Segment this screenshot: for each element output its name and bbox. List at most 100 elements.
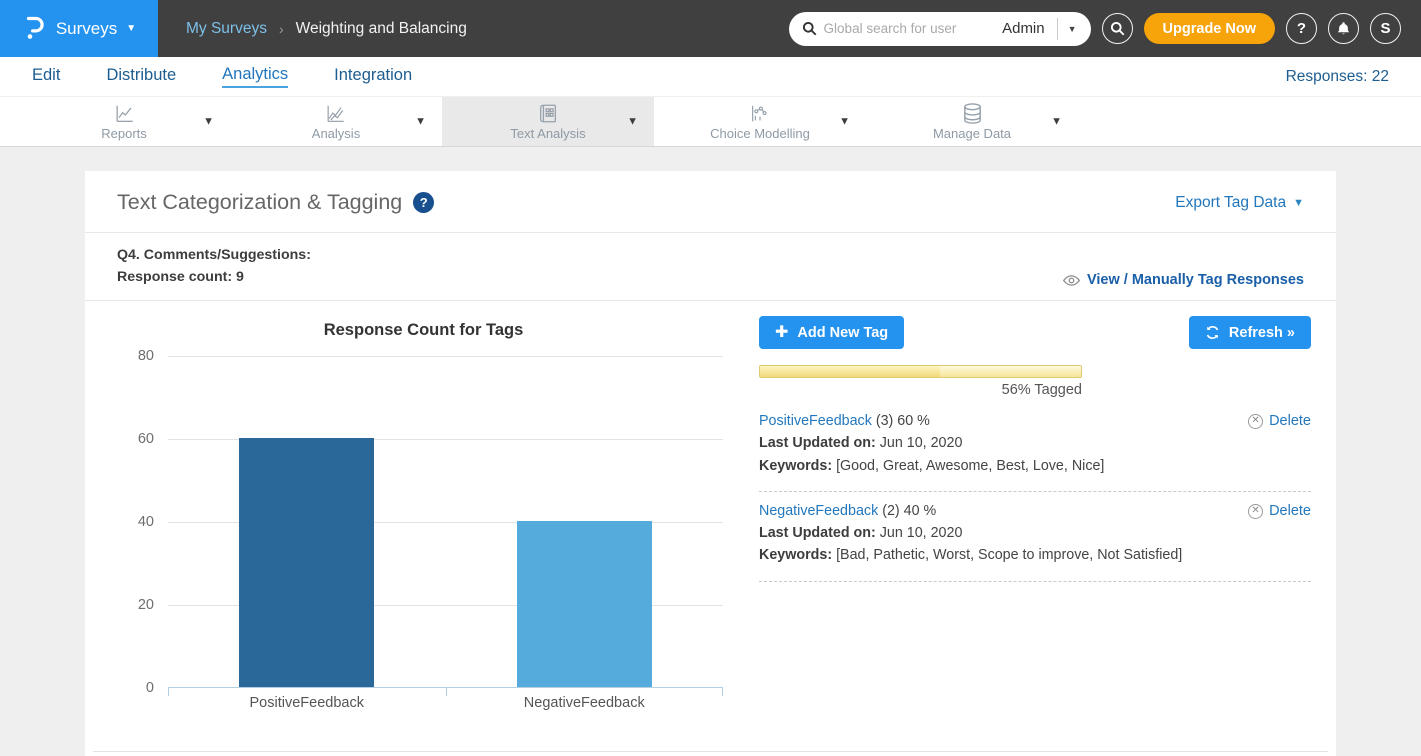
view-manually-tag-label: View / Manually Tag Responses — [1087, 272, 1304, 288]
chevron-down-icon[interactable]: ▼ — [203, 115, 214, 127]
chevron-down-icon[interactable]: ▼ — [415, 115, 426, 127]
text-analysis-icon — [537, 102, 559, 125]
chevron-down-icon[interactable]: ▼ — [839, 115, 850, 127]
export-tag-data-dropdown[interactable]: Export Tag Data ▼ — [1175, 194, 1304, 212]
questionpro-logo-icon — [22, 12, 47, 46]
page-background: Text Categorization & Tagging ? Export T… — [0, 147, 1421, 756]
breadcrumb-my-surveys[interactable]: My Surveys — [186, 20, 267, 38]
chart-panel: Response Count for Tags 020406080 Positi… — [110, 314, 737, 711]
tagged-progress-bar — [759, 365, 1082, 378]
line-chart-icon — [113, 103, 136, 125]
tag-list: PositiveFeedback (3) 60 %✕DeleteLast Upd… — [759, 402, 1311, 582]
page-title: Text Categorization & Tagging ? — [117, 190, 434, 215]
help-button[interactable]: ? — [1286, 13, 1317, 44]
nav-item-distribute[interactable]: Distribute — [106, 66, 176, 87]
tag-entry-positivefeedback: PositiveFeedback (3) 60 % ✕DeleteLast Upd… — [759, 402, 1311, 492]
global-search-input[interactable] — [824, 21, 997, 36]
breadcrumb-separator: › — [279, 21, 284, 37]
chevron-down-icon: ▼ — [1293, 197, 1304, 209]
title-help-icon[interactable]: ? — [413, 192, 434, 213]
tag-title: PositiveFeedback (3) 60 % — [759, 410, 930, 432]
y-tick-label: 40 — [112, 514, 154, 530]
tag-head: NegativeFeedback (2) 40 % ✕ Delete — [759, 500, 1311, 522]
add-new-tag-button[interactable]: ✚ Add New Tag — [759, 316, 904, 349]
chevron-down-icon[interactable]: ▼ — [627, 115, 638, 127]
keywords-label: Keywords: — [759, 458, 836, 474]
tag-last-updated: Last Updated on: Jun 10, 2020 — [759, 522, 1311, 544]
tab-label: Choice Modelling — [710, 126, 810, 141]
delete-label: Delete — [1269, 500, 1311, 522]
chevron-down-icon: ▼ — [126, 23, 136, 34]
search-icon — [802, 21, 817, 36]
nav-item-analytics[interactable]: Analytics — [222, 65, 288, 88]
y-tick-label: 20 — [112, 597, 154, 613]
manage-data-icon — [961, 102, 984, 125]
chevron-down-icon[interactable]: ▼ — [1051, 115, 1062, 127]
plus-icon: ✚ — [775, 325, 788, 341]
tag-actions-row: ✚ Add New Tag Refresh » — [759, 316, 1311, 349]
export-tag-data-label: Export Tag Data — [1175, 194, 1286, 212]
analytics-tab-strip: Reports▼Analysis▼Text Analysis▼Choice Mo… — [0, 96, 1421, 147]
y-tick-label: 60 — [112, 431, 154, 447]
bar-positivefeedback — [239, 438, 374, 687]
circle-x-icon: ✕ — [1248, 504, 1263, 519]
last-updated-value: Jun 10, 2020 — [880, 435, 963, 451]
x-axis-tick — [168, 687, 169, 696]
nav-item-edit[interactable]: Edit — [32, 66, 60, 87]
view-manually-tag-link[interactable]: View / Manually Tag Responses — [1063, 272, 1304, 288]
surveys-product-menu[interactable]: Surveys ▼ — [0, 0, 158, 57]
eye-icon — [1063, 274, 1080, 287]
global-search: Admin ▼ — [789, 12, 1091, 46]
tag-entry-negativefeedback: NegativeFeedback (2) 40 %✕DeleteLast Upd… — [759, 492, 1311, 582]
tab-manage-data[interactable]: Manage Data ▼ — [866, 97, 1078, 146]
bell-icon — [1336, 21, 1351, 36]
tab-text-analysis[interactable]: Text Analysis▼ — [442, 97, 654, 146]
card-header: Text Categorization & Tagging ? Export T… — [85, 171, 1336, 233]
refresh-label: Refresh » — [1229, 325, 1295, 341]
tag-head: PositiveFeedback (3) 60 % ✕Delete — [759, 410, 1311, 432]
header-search-button[interactable] — [1102, 13, 1133, 44]
add-new-tag-label: Add New Tag — [797, 325, 888, 341]
tab-choice-modelling[interactable]: Choice Modelling ▼ — [654, 97, 866, 146]
x-category-label: NegativeFeedback — [446, 688, 724, 711]
x-axis-tick — [446, 687, 447, 696]
tag-name-link[interactable]: NegativeFeedback — [759, 503, 878, 519]
tag-name-link[interactable]: PositiveFeedback — [759, 413, 872, 429]
analysis-chart-icon — [324, 103, 347, 125]
tag-title: NegativeFeedback (2) 40 % — [759, 500, 936, 522]
refresh-button[interactable]: Refresh » — [1189, 316, 1311, 349]
topbar-actions: Admin ▼ Upgrade Now ? S — [789, 0, 1421, 57]
notifications-button[interactable] — [1328, 13, 1359, 44]
tag-count-percent: (2) 40 % — [878, 503, 936, 519]
x-axis-tick — [722, 687, 723, 696]
tab-label: Reports — [101, 126, 147, 141]
gridline-80 — [168, 356, 723, 357]
search-scope-admin[interactable]: Admin — [996, 20, 1057, 37]
chart-plot-area: 020406080 — [168, 356, 723, 688]
last-updated-label: Last Updated on: — [759, 525, 880, 541]
nav-item-integration[interactable]: Integration — [334, 66, 412, 87]
delete-tag-button[interactable]: ✕ Delete — [1248, 500, 1311, 522]
refresh-icon — [1205, 325, 1220, 340]
question-block: Q4. Comments/Suggestions: Response count… — [117, 244, 311, 288]
tagged-progress-fill — [760, 366, 940, 377]
text-tagging-card: Text Categorization & Tagging ? Export T… — [85, 171, 1336, 756]
tag-count-percent: (3) 60 % — [872, 413, 930, 429]
upgrade-now-button[interactable]: Upgrade Now — [1144, 13, 1275, 44]
search-scope-dropdown-icon[interactable]: ▼ — [1058, 24, 1081, 34]
delete-tag-button[interactable]: ✕Delete — [1248, 410, 1311, 432]
tag-last-updated: Last Updated on: Jun 10, 2020 — [759, 432, 1311, 454]
tab-reports[interactable]: Reports ▼ — [18, 97, 230, 146]
y-tick-label: 80 — [112, 348, 154, 364]
product-name: Surveys — [56, 19, 117, 39]
page-title-text: Text Categorization & Tagging — [117, 190, 402, 215]
delete-label: Delete — [1269, 410, 1311, 432]
tagged-progress-label: 56% Tagged — [759, 382, 1082, 398]
tab-analysis[interactable]: Analysis▼ — [230, 97, 442, 146]
keywords-value: [Bad, Pathetic, Worst, Scope to improve,… — [836, 547, 1182, 563]
tags-panel: ✚ Add New Tag Refresh » — [737, 314, 1311, 711]
avatar[interactable]: S — [1370, 13, 1401, 44]
breadcrumb: My Surveys › Weighting and Balancing — [186, 0, 467, 57]
tab-label: Manage Data — [933, 126, 1011, 141]
last-updated-value: Jun 10, 2020 — [880, 525, 963, 541]
